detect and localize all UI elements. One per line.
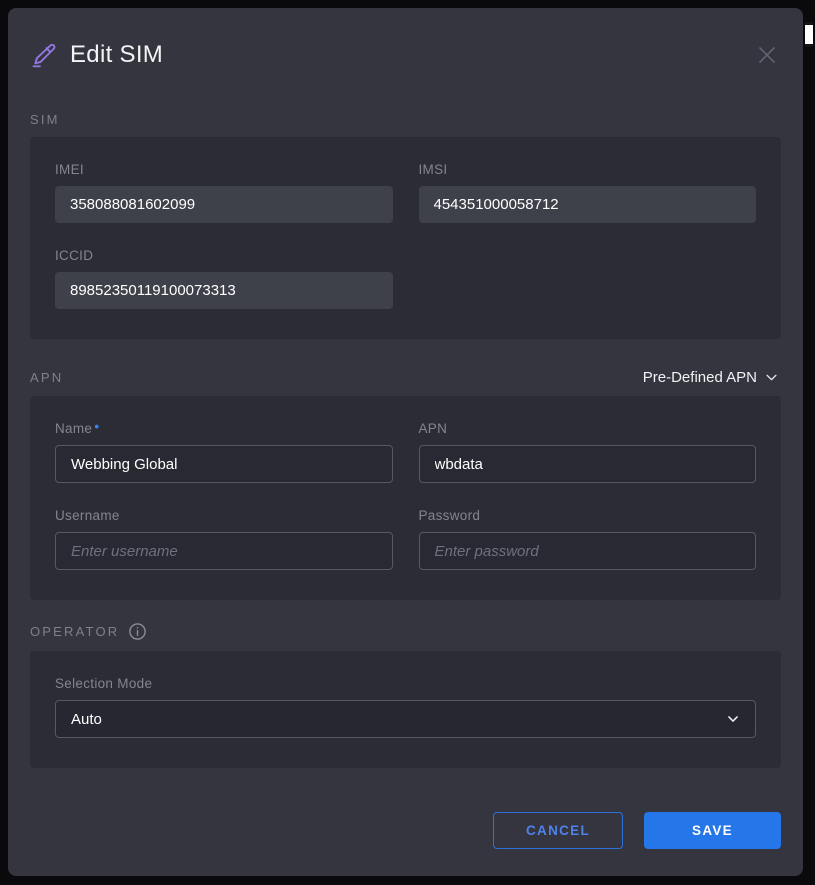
iccid-input[interactable] [55,272,393,309]
sim-section-heading: SIM [30,112,60,127]
sim-panel: IMEI IMSI ICCID [30,137,781,339]
required-marker: • [94,418,99,434]
save-button[interactable]: SAVE [644,812,781,849]
apn-section-heading: APN [30,370,63,385]
selection-mode-value: Auto [71,711,102,728]
page-background: { "dialog": { "title": "Edit SIM" }, "si… [0,0,815,885]
apn-field-group: APN [419,421,757,483]
selection-mode-select[interactable]: Auto [55,700,756,738]
edit-sim-dialog: Edit SIM SIM IMEI IMSI ICCID A [8,8,803,876]
username-field-group: Username [55,508,393,570]
imei-field-group: IMEI [55,162,393,223]
password-label: Password [419,508,757,523]
iccid-label: ICCID [55,248,393,263]
chevron-down-icon [764,370,779,385]
close-icon[interactable] [753,41,781,69]
apn-label: APN [419,421,757,436]
pencil-icon [30,42,57,69]
apn-input[interactable] [419,445,757,483]
password-input[interactable] [419,532,757,570]
info-icon[interactable] [128,622,147,641]
dialog-title: Edit SIM [70,41,163,69]
imei-input[interactable] [55,186,393,223]
dialog-header: Edit SIM [30,36,781,74]
name-input[interactable] [55,445,393,483]
password-field-group: Password [419,508,757,570]
name-field-group: Name• [55,421,393,483]
name-label: Name• [55,421,393,436]
predefined-apn-label: Pre-Defined APN [643,369,757,386]
scrollbar-thumb[interactable] [805,22,813,47]
selection-mode-field-group: Selection Mode Auto [55,676,756,738]
predefined-apn-dropdown[interactable]: Pre-Defined APN [641,369,781,386]
iccid-field-group: ICCID [55,248,393,309]
chevron-down-icon [726,712,740,726]
imsi-label: IMSI [419,162,757,177]
cancel-button[interactable]: CANCEL [493,812,623,849]
imsi-input[interactable] [419,186,757,223]
username-input[interactable] [55,532,393,570]
imsi-field-group: IMSI [419,162,757,223]
imei-label: IMEI [55,162,393,177]
operator-panel: Selection Mode Auto [30,651,781,768]
operator-section-heading: OPERATOR [30,624,119,639]
username-label: Username [55,508,393,523]
name-label-text: Name [55,421,92,436]
dialog-footer: CANCEL SAVE [30,812,781,849]
apn-panel: Name• APN Username Password [30,396,781,600]
selection-mode-label: Selection Mode [55,676,756,691]
